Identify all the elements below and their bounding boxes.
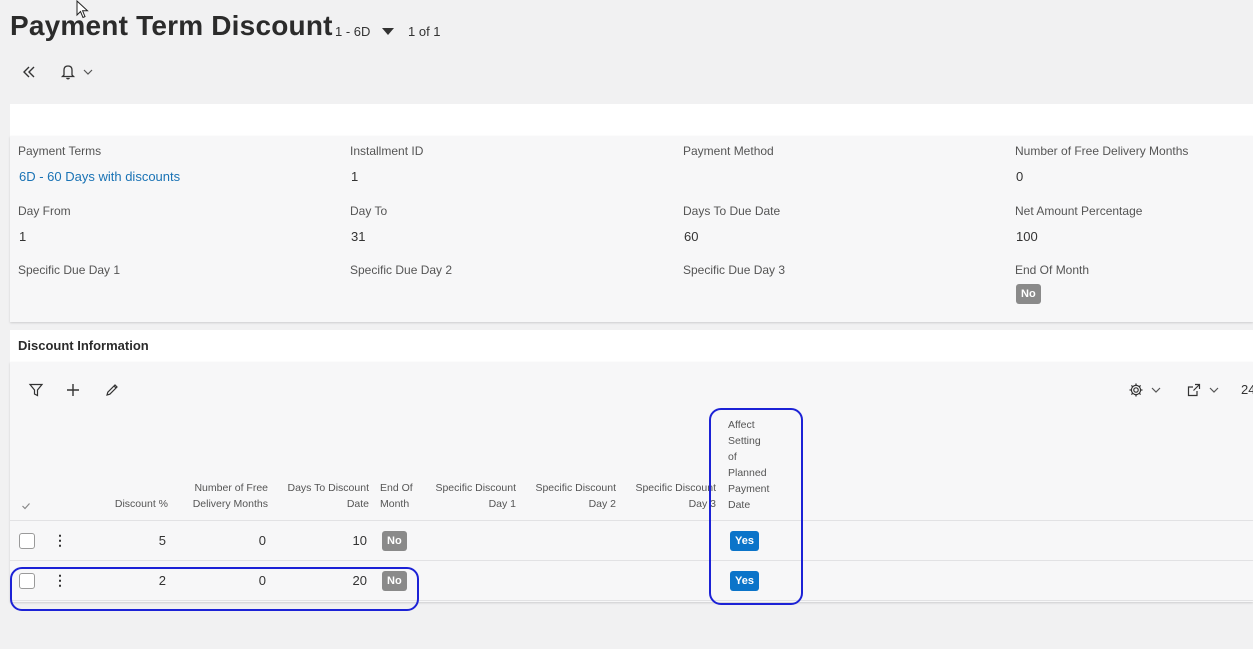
filter-button[interactable] xyxy=(28,382,44,398)
field-label: Days To Due Date xyxy=(683,204,781,218)
field-net-amount-percentage: Net Amount Percentage 100 xyxy=(1015,204,1142,244)
col-header-end-of-month[interactable]: End Of Month xyxy=(380,480,420,512)
affect-planned-badge: Yes xyxy=(730,531,759,551)
field-label: Net Amount Percentage xyxy=(1015,204,1143,218)
row-checkbox[interactable] xyxy=(19,573,35,589)
chevron-down-icon xyxy=(1151,387,1161,393)
cell-discount-pct: 2 xyxy=(158,573,166,588)
row-divider xyxy=(10,600,1253,601)
end-of-month-badge: No xyxy=(382,571,407,591)
header-divider xyxy=(10,520,1253,521)
gear-icon xyxy=(1129,383,1143,397)
export-button[interactable] xyxy=(1186,382,1220,398)
page-title: Payment Term Discount xyxy=(10,10,333,41)
field-day-from: Day From 1 xyxy=(18,204,71,244)
field-value: 100 xyxy=(1016,229,1038,244)
col-header-days-to-discount-date[interactable]: Days To Discount Date xyxy=(280,480,369,512)
export-icon xyxy=(1187,383,1201,397)
cell-affect-planned: Yes xyxy=(730,571,759,591)
pencil-icon xyxy=(106,384,118,396)
field-payment-terms: Payment Terms 6D - 60 Days with discount… xyxy=(18,144,180,184)
field-value: 1 xyxy=(19,229,27,244)
col-header-free-delivery-months[interactable]: Number of Free Delivery Months xyxy=(180,480,268,512)
row-menu-kebab-icon[interactable]: ⋮ xyxy=(53,533,67,547)
field-specific-due-day-1: Specific Due Day 1 xyxy=(18,263,120,277)
discount-section-title: Discount Information xyxy=(18,338,149,353)
field-free-delivery-months: Number of Free Delivery Months 0 xyxy=(1015,144,1188,184)
col-header-affect-planned-payment-date[interactable]: Affect Setting of Planned Payment Date xyxy=(728,417,788,513)
record-count: 1 of 1 xyxy=(408,24,441,39)
cell-discount-pct: 5 xyxy=(158,533,166,548)
field-value: 0 xyxy=(1016,169,1024,184)
field-value: 31 xyxy=(351,229,366,244)
double-chevron-left-icon[interactable] xyxy=(20,63,38,81)
select-all-check-icon[interactable] xyxy=(20,500,32,512)
field-label: End Of Month xyxy=(1015,263,1090,277)
col-header-specific-discount-day-2[interactable]: Specific Discount Day 2 xyxy=(526,480,616,512)
add-row-button[interactable] xyxy=(65,382,81,398)
field-label: Payment Method xyxy=(683,144,774,158)
field-label: Specific Due Day 1 xyxy=(18,263,121,277)
edit-button[interactable] xyxy=(104,382,120,398)
field-end-of-month: End Of Month No xyxy=(1015,263,1089,304)
field-label: Day To xyxy=(350,204,388,218)
col-header-discount-pct[interactable]: Discount % xyxy=(100,496,168,512)
field-label: Day From xyxy=(18,204,71,218)
field-value: 1 xyxy=(351,169,359,184)
form-header-band xyxy=(10,104,1253,136)
cell-free-delivery-months: 0 xyxy=(258,573,266,588)
record-selector-value: 1 - 6D xyxy=(335,24,371,39)
field-payment-method: Payment Method xyxy=(683,144,774,169)
caret-down-icon xyxy=(382,28,395,35)
cell-affect-planned: Yes xyxy=(730,531,759,551)
field-label: Specific Due Day 3 xyxy=(683,263,786,277)
chevron-down-icon xyxy=(1209,387,1219,393)
field-value: 60 xyxy=(684,229,699,244)
page-size-label: 24 xyxy=(1241,382,1253,397)
row-checkbox[interactable] xyxy=(19,533,35,549)
discount-section-header xyxy=(10,330,1253,362)
field-installment-id: Installment ID 1 xyxy=(350,144,423,184)
field-specific-due-day-2: Specific Due Day 2 xyxy=(350,263,452,277)
cell-free-delivery-months: 0 xyxy=(258,533,266,548)
field-label: Installment ID xyxy=(350,144,424,158)
filter-icon xyxy=(28,383,44,397)
payment-terms-link[interactable]: 6D - 60 Days with discounts xyxy=(19,169,180,184)
cell-end-of-month: No xyxy=(382,571,407,591)
field-days-to-due-date: Days To Due Date 60 xyxy=(683,204,780,244)
col-header-specific-discount-day-1[interactable]: Specific Discount Day 1 xyxy=(426,480,516,512)
chevron-down-icon xyxy=(83,69,93,75)
plus-icon xyxy=(67,384,79,396)
notifications-button[interactable] xyxy=(60,63,94,81)
end-of-month-badge: No xyxy=(382,531,407,551)
field-label: Number of Free Delivery Months xyxy=(1015,144,1189,158)
field-label: Payment Terms xyxy=(18,144,102,158)
cell-days-to-discount: 10 xyxy=(352,533,367,548)
affect-planned-badge: Yes xyxy=(730,571,759,591)
field-label: Specific Due Day 2 xyxy=(350,263,453,277)
field-day-to: Day To 31 xyxy=(350,204,387,244)
end-of-month-badge: No xyxy=(1016,284,1041,304)
col-header-specific-discount-day-3[interactable]: Specific Discount Day 3 xyxy=(626,480,716,512)
bell-icon xyxy=(60,65,76,80)
field-specific-due-day-3: Specific Due Day 3 xyxy=(683,263,785,277)
cell-days-to-discount: 20 xyxy=(352,573,367,588)
record-selector[interactable]: 1 - 6D xyxy=(335,24,395,39)
row-divider xyxy=(10,560,1253,561)
cell-end-of-month: No xyxy=(382,531,407,551)
table-settings-button[interactable] xyxy=(1128,382,1162,398)
row-menu-kebab-icon[interactable]: ⋮ xyxy=(53,573,67,587)
